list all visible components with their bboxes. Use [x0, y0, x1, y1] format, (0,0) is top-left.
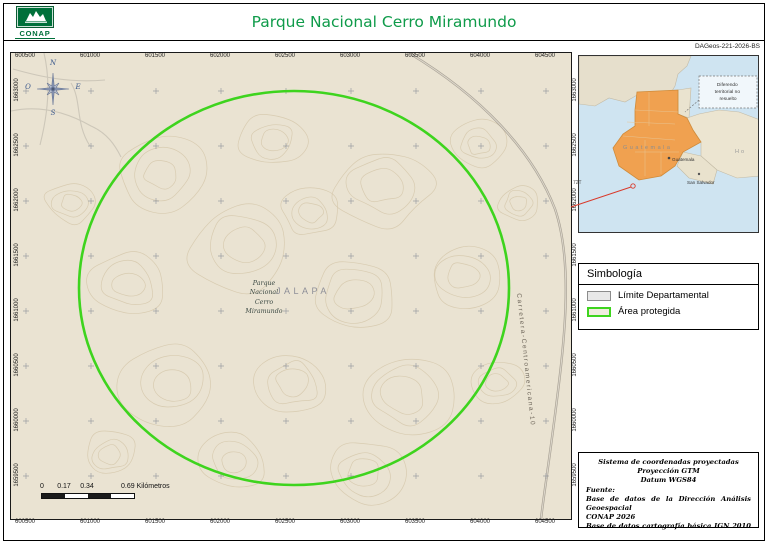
compass-south-label: S — [48, 109, 58, 117]
legend-panel: Simbología Límite Departamental Área pro… — [578, 263, 759, 330]
credits-line: CONAP 2026 — [586, 513, 751, 522]
grid-label: 1661500 — [14, 243, 20, 266]
protected-area-label: Parque Nacional Cerro Miramundo — [233, 279, 295, 317]
compass-rose: N E S O — [19, 53, 87, 125]
grid-label: 1660500 — [14, 353, 20, 376]
grid-label: 1661500 — [572, 243, 578, 266]
legend-item-label: Límite Departamental — [618, 290, 709, 301]
grid-label: 602000 — [210, 53, 230, 59]
grid-label: 1661000 — [572, 298, 578, 321]
grid-label: 1663000 — [572, 78, 578, 101]
inset-edge-label: 72T — [573, 180, 582, 186]
grid-label: 602500 — [275, 519, 295, 525]
legend-title: Simbología — [579, 264, 758, 285]
credits-line: Datum WGS84 — [586, 476, 751, 485]
credits-line: Fuente: — [586, 486, 751, 495]
protected-area-swatch — [587, 307, 611, 317]
grid-label: 602000 — [210, 519, 230, 525]
grid-label: 1662000 — [14, 188, 20, 211]
inset-country-label: Guatemala — [623, 145, 672, 151]
compass-north-label: N — [48, 59, 58, 67]
credits-panel: Sistema de coordenadas proyectadas Proye… — [578, 452, 759, 528]
inset-canvas: Diferendo territorial no resuelto Guatem… — [579, 56, 759, 233]
scale-tick-label: 0 — [40, 483, 44, 490]
scale-bar: 0 0.17 0.34 0.69 Kilómetros — [41, 483, 241, 505]
grid-label: 1663000 — [14, 78, 20, 101]
scale-tick-label: 0.17 — [57, 483, 71, 490]
grid-label: 603000 — [340, 519, 360, 525]
credits-line: Base de datos de la Dirección Análisis G… — [586, 495, 751, 513]
page-title: Parque Nacional Cerro Miramundo — [252, 13, 517, 31]
grid-label: 1662500 — [14, 133, 20, 156]
credits-line: Proyección GTM — [586, 467, 751, 476]
honduras-label: Ho — [735, 149, 746, 155]
capital-city-dot — [668, 157, 671, 160]
map-frame: N E S O Parque Nacional Cerro Miramundo … — [10, 52, 572, 520]
grid-label: 603500 — [405, 53, 425, 59]
grid-label: 604500 — [535, 53, 555, 59]
grid-label: 603500 — [405, 519, 425, 525]
grid-label: 1661000 — [14, 298, 20, 321]
conap-logo-text: CONAP — [15, 29, 55, 39]
compass-east-label: E — [73, 83, 83, 91]
document-id: DAGeos-221-2026-BS — [695, 43, 760, 50]
legend-item-departmental: Límite Departamental — [579, 285, 758, 301]
san-salvador-dot — [698, 173, 700, 175]
header-bar: CONAP Parque Nacional Cerro Miramundo — [3, 3, 765, 41]
grid-label: 604500 — [535, 519, 555, 525]
conap-logo: CONAP — [15, 6, 55, 39]
grid-label: 1659500 — [572, 463, 578, 486]
grid-label: 601000 — [80, 519, 100, 525]
grid-label: 603000 — [340, 53, 360, 59]
credits-line: Base de datos cartografía básica IGN 201… — [586, 522, 751, 531]
credits-line: Sistema de coordenadas proyectadas — [586, 458, 751, 467]
grid-label: 604000 — [470, 53, 490, 59]
map-sheet: CONAP Parque Nacional Cerro Miramundo DA… — [0, 0, 768, 544]
capital-city-label: Guatemala — [672, 157, 695, 162]
scale-tick-label: 0.34 — [80, 483, 94, 490]
grid-label: 1660500 — [572, 353, 578, 376]
grid-label: 1662500 — [572, 133, 578, 156]
scale-bar-segments — [41, 493, 135, 499]
scale-end-label: 0.69 Kilómetros — [121, 483, 170, 490]
grid-label: 1659500 — [14, 463, 20, 486]
grid-label: 1660000 — [572, 408, 578, 431]
department-boundary-swatch — [587, 291, 611, 301]
inset-locator-map: Diferendo territorial no resuelto Guatem… — [578, 55, 759, 233]
grid-label: 601000 — [80, 53, 100, 59]
grid-label: 1660000 — [14, 408, 20, 431]
legend-item-label: Área protegida — [618, 306, 680, 317]
san-salvador-label: San Salvador — [687, 180, 715, 185]
department-label: JALAPA — [276, 286, 330, 296]
grid-label: 600500 — [15, 519, 35, 525]
grid-label: 1662000 — [572, 188, 578, 211]
grid-label: 601500 — [145, 53, 165, 59]
grid-label: 604000 — [470, 519, 490, 525]
area-label-line: Miramundo — [233, 307, 295, 316]
area-label-line: Cerro — [233, 298, 295, 307]
compass-west-label: O — [23, 83, 33, 91]
conap-emblem-icon — [16, 6, 54, 28]
grid-label: 601500 — [145, 519, 165, 525]
grid-label: 602500 — [275, 53, 295, 59]
legend-item-protected: Área protegida — [579, 301, 758, 317]
belize-land — [678, 88, 691, 118]
grid-label: 600500 — [15, 53, 35, 59]
